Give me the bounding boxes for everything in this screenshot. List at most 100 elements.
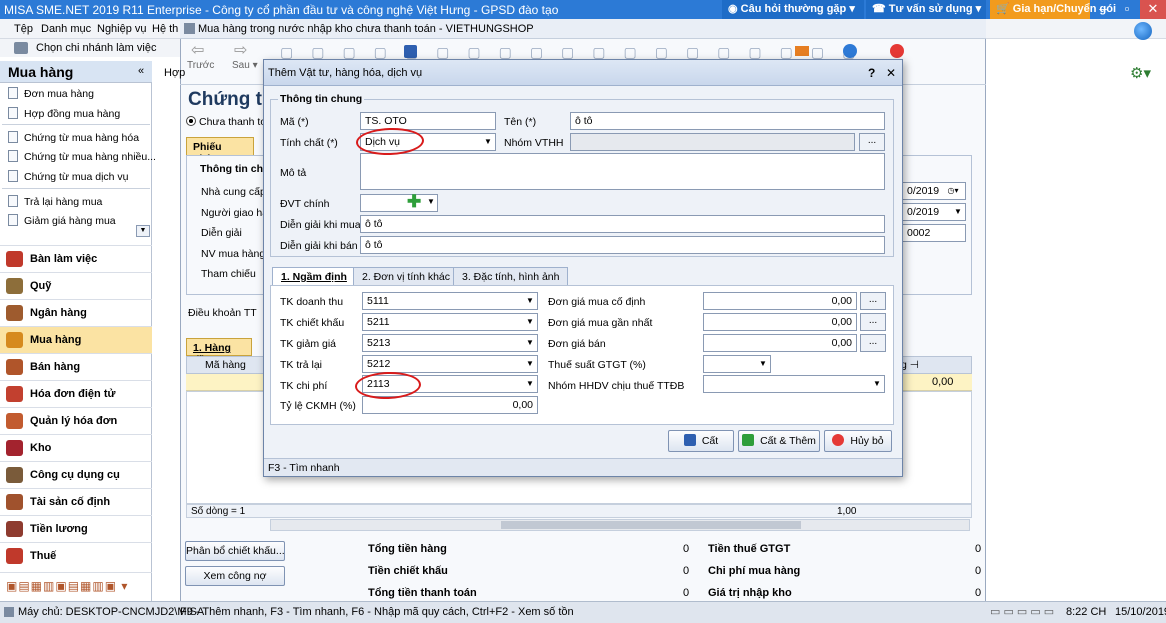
settings-gear-icon[interactable]: ⚙▾ bbox=[1130, 64, 1151, 82]
description-input[interactable] bbox=[360, 153, 885, 190]
left-item-discount[interactable]: Giảm giá hàng mua bbox=[8, 214, 116, 227]
code-input[interactable]: TS. OTO bbox=[360, 112, 496, 130]
sale-price-input[interactable]: 0,00 bbox=[703, 334, 857, 352]
view-debt-button[interactable]: Xem công nợ bbox=[185, 566, 285, 586]
menu-system[interactable]: Hệ th bbox=[152, 23, 178, 35]
module-fixed-assets[interactable]: Tài sản cố định bbox=[0, 488, 152, 515]
dialog-title: Thêm Vật tư, hàng hóa, dịch vụ bbox=[268, 67, 423, 79]
tab-default[interactable]: 1. Ngầm định bbox=[272, 267, 356, 285]
add-unit-icon[interactable]: ✚ bbox=[407, 193, 421, 210]
fixed-price-browse-button[interactable]: ... bbox=[860, 292, 886, 310]
scroll-thumb[interactable] bbox=[501, 521, 801, 529]
cancel-button[interactable]: Hủy bỏ bbox=[824, 430, 892, 452]
chevron-down-icon[interactable]: ▼ bbox=[870, 376, 884, 392]
fixed-price-input[interactable]: 0,00 bbox=[703, 292, 857, 310]
name-input[interactable]: ô tô bbox=[570, 112, 885, 130]
return-account-select[interactable]: 5212 ▼ bbox=[362, 355, 538, 373]
left-item-purchase-contract[interactable]: Hợp đồng mua hàng bbox=[8, 107, 120, 120]
sell-description-input[interactable]: ô tô bbox=[360, 236, 885, 254]
doc-icon bbox=[8, 131, 18, 143]
unit-dropdown-icon[interactable]: ▼ bbox=[427, 197, 435, 206]
close-icon[interactable]: ✕ bbox=[1140, 0, 1166, 19]
tab-properties[interactable]: 3. Đặc tính, hình ảnh bbox=[453, 267, 569, 285]
chevron-down-icon[interactable]: ▼ bbox=[523, 356, 537, 372]
support-button[interactable]: ☎ Tư vấn sử dụng ▾ bbox=[866, 0, 986, 19]
chevron-down-icon[interactable]: ▼ bbox=[481, 134, 495, 150]
name-label: Tên (*) bbox=[504, 116, 537, 128]
help-toolbar-icon[interactable] bbox=[843, 44, 857, 58]
chevron-down-icon[interactable]: ▼ bbox=[756, 356, 770, 372]
special-tax-group-label: Nhóm HHDV chịu thuế TTĐB bbox=[548, 380, 685, 392]
allocate-discount-button[interactable]: Phân bổ chiết khấu... bbox=[185, 541, 285, 561]
chevron-down-icon[interactable]: ▼ bbox=[523, 314, 537, 330]
server-info: Máy chủ: DESKTOP-CNCMJD2\MISA bbox=[18, 606, 205, 618]
left-item-return[interactable]: Trả lại hàng mua bbox=[8, 195, 102, 208]
chevron-down-icon[interactable]: ▼ bbox=[523, 335, 537, 351]
status-icons: ▭ ▭ ▭ ▭ ▭ bbox=[990, 606, 1055, 618]
item-group-browse-button[interactable]: ... bbox=[859, 133, 885, 151]
last-price-browse-button[interactable]: ... bbox=[860, 313, 886, 331]
module-invoice-management[interactable]: Quản lý hóa đơn bbox=[0, 407, 152, 434]
chevron-down-icon[interactable]: ▼ bbox=[523, 293, 537, 309]
tab-contract-stub[interactable]: Hợp bbox=[164, 67, 185, 79]
reduction-account-select[interactable]: 5213 ▼ bbox=[362, 334, 538, 352]
menu-operations[interactable]: Nghiệp vụ bbox=[97, 23, 147, 35]
module-purchase[interactable]: Mua hàng bbox=[0, 326, 152, 353]
left-item-goods-voucher[interactable]: Chứng từ mua hàng hóa bbox=[8, 131, 139, 144]
dialog-help-icon[interactable]: ? bbox=[868, 66, 875, 80]
module-sales[interactable]: Bán hàng bbox=[0, 353, 152, 380]
post-date-field[interactable]: 0/2019 ▼ bbox=[902, 203, 966, 221]
minimize-icon[interactable]: – bbox=[1090, 0, 1116, 19]
desk-icon bbox=[6, 251, 23, 267]
receipt-tab[interactable]: Phiếu nhập bbox=[186, 137, 254, 165]
mail-toolbar-icon[interactable] bbox=[795, 46, 809, 56]
help-globe-icon[interactable] bbox=[1134, 22, 1152, 40]
revenue-account-select[interactable]: 5111 ▼ bbox=[362, 292, 538, 310]
payment-terms-label: Điều khoản TT bbox=[188, 307, 257, 319]
left-item-service-voucher[interactable]: Chứng từ mua dịch vụ bbox=[8, 170, 129, 183]
tab-other-units[interactable]: 2. Đơn vị tính khác bbox=[353, 267, 460, 285]
maximize-icon[interactable]: ▫ bbox=[1114, 0, 1140, 19]
voucher-date-field[interactable]: 0/2019 ◷▾ bbox=[902, 182, 966, 200]
module-payroll[interactable]: Tiền lương bbox=[0, 515, 152, 542]
shortcut-icons[interactable]: ▣▤▦▥▣▤▦▥▣ ▾ bbox=[6, 579, 128, 593]
tax-icon bbox=[6, 548, 23, 564]
module-bank[interactable]: Ngân hàng bbox=[0, 299, 152, 326]
menu-file[interactable]: Tệp bbox=[14, 23, 33, 35]
renew-button[interactable]: 🛒 Gia hạn/Chuyển gói bbox=[990, 0, 1116, 19]
save-and-add-button[interactable]: Cất & Thêm bbox=[738, 430, 820, 452]
vat-rate-select[interactable]: ▼ bbox=[703, 355, 771, 373]
last-price-input[interactable]: 0,00 bbox=[703, 313, 857, 331]
branch-selector[interactable]: Chọn chi nhánh làm việc bbox=[0, 39, 180, 57]
purchase-cost-value: 0 bbox=[975, 565, 982, 577]
goods-tab[interactable]: 1. Hàng tiền bbox=[186, 338, 252, 366]
module-cash[interactable]: Quỹ bbox=[0, 272, 152, 299]
tools-icon bbox=[6, 467, 23, 483]
module-tools[interactable]: Công cụ dụng cụ bbox=[0, 461, 152, 488]
return-account-label: TK trả lại bbox=[280, 359, 323, 371]
buy-description-input[interactable]: ô tô bbox=[360, 215, 885, 233]
module-tax[interactable]: Thuế bbox=[0, 542, 152, 569]
sale-price-browse-button[interactable]: ... bbox=[860, 334, 886, 352]
collapse-icon[interactable]: « bbox=[138, 65, 144, 77]
item-group-input[interactable] bbox=[570, 133, 855, 151]
left-panel-scroll-down[interactable]: ▼ bbox=[136, 225, 150, 237]
reduction-account-label: TK giảm giá bbox=[280, 338, 337, 350]
save-toolbar-icon[interactable] bbox=[404, 45, 417, 58]
special-tax-group-select[interactable]: ▼ bbox=[703, 375, 885, 393]
module-warehouse[interactable]: Kho bbox=[0, 434, 152, 461]
module-e-invoice[interactable]: Hóa đơn điện tử bbox=[0, 380, 152, 407]
bank-icon bbox=[6, 305, 23, 321]
left-item-purchase-order[interactable]: Đơn mua hàng bbox=[8, 87, 94, 100]
voucher-number-field[interactable]: 0002 bbox=[902, 224, 966, 242]
chevron-down-icon[interactable]: ▼ bbox=[523, 376, 537, 392]
dialog-close-icon[interactable]: ✕ bbox=[886, 66, 896, 80]
discount-account-select[interactable]: 5211 ▼ bbox=[362, 313, 538, 331]
grid-hscroll[interactable] bbox=[270, 519, 970, 531]
left-item-multi-voucher[interactable]: Chứng từ mua hàng nhiều... bbox=[8, 150, 156, 163]
menu-catalog[interactable]: Danh mục bbox=[41, 23, 91, 35]
module-desk[interactable]: Bàn làm việc bbox=[0, 245, 152, 272]
close-toolbar-icon[interactable] bbox=[890, 44, 904, 58]
save-button[interactable]: Cất bbox=[668, 430, 734, 452]
faq-button[interactable]: ◉ Câu hỏi thường gặp ▾ bbox=[722, 0, 864, 19]
